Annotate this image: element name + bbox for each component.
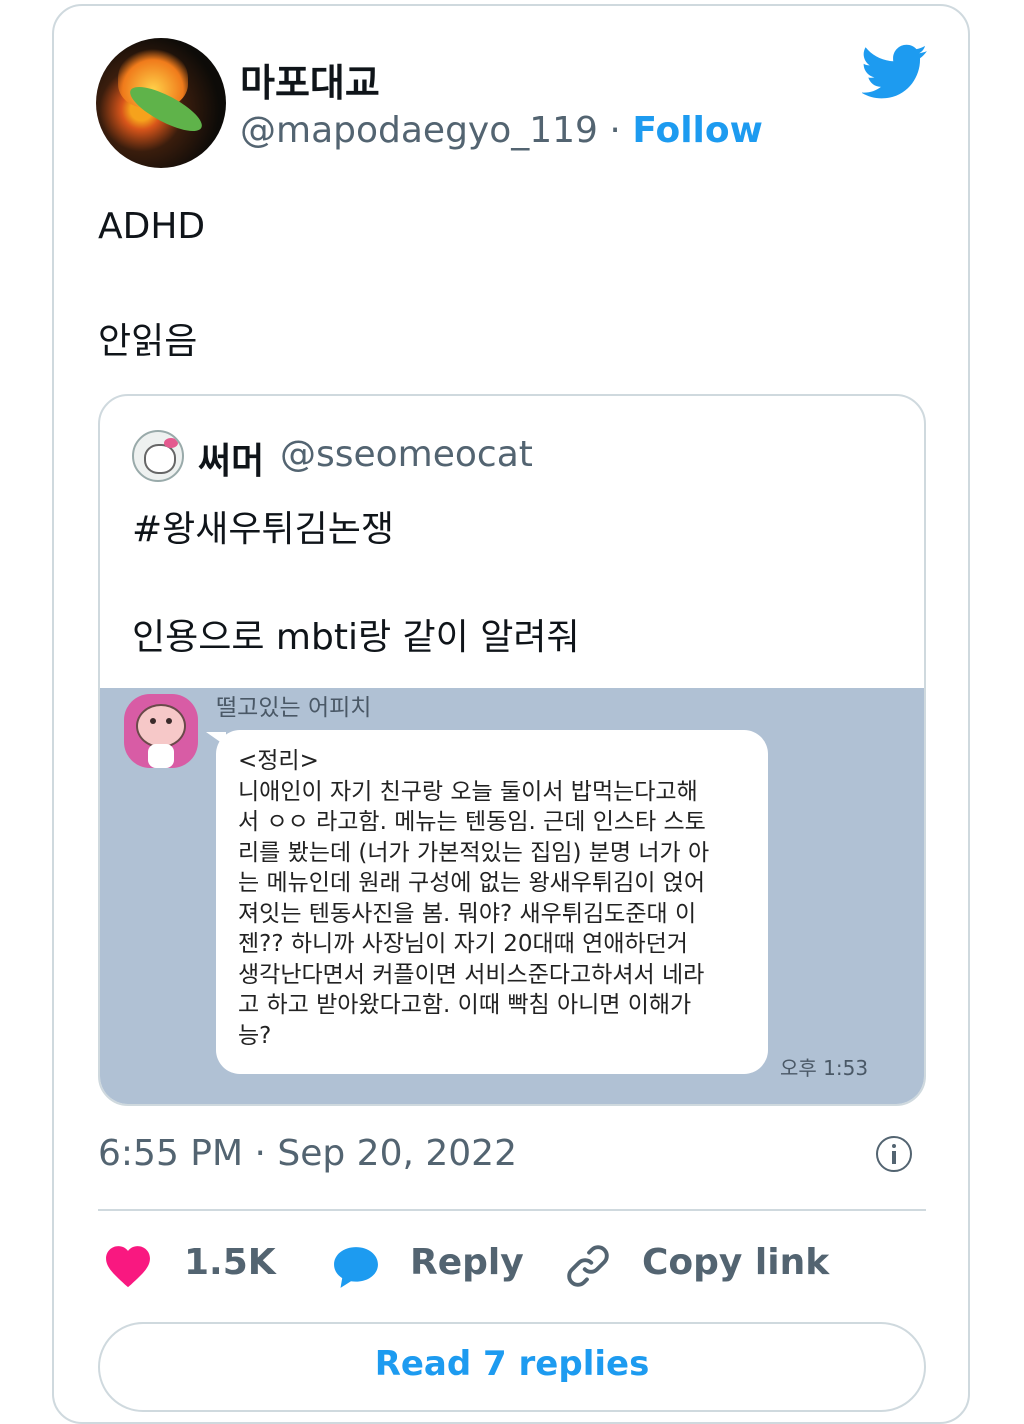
author-avatar[interactable] [96,38,226,168]
apeach-body [148,744,174,768]
divider [98,1209,926,1211]
apeach-face [136,704,186,748]
twitter-bird-icon[interactable] [862,44,928,100]
quoted-text-line: #왕새우튀김논쟁 [132,509,395,550]
quoted-avatar [132,430,184,482]
chat-time: 오후 1:53 [780,1056,869,1080]
tweet-text-line: 안읽음 [98,321,198,362]
apeach-avatar [124,694,198,768]
tweet-timestamp[interactable]: 6:55 PM · Sep 20, 2022 [98,1133,517,1174]
quoted-tweet[interactable]: 써머 @sseomeocat #왕새우튀김논쟁 인용으로 mbti랑 같이 알려… [98,394,926,1106]
reply-button[interactable]: Reply [410,1242,524,1283]
link-icon[interactable] [562,1240,614,1292]
author-handle[interactable]: @mapodaegyo_119 [240,110,598,151]
chat-bubble: <정리> 니애인이 자기 친구랑 오늘 둘이서 밥먹는다고해 서 ㅇㅇ 라고함.… [216,730,768,1074]
quoted-display-name: 써머 [198,441,265,482]
chat-screenshot: 떨고있는 어피치 <정리> 니애인이 자기 친구랑 오늘 둘이서 밥먹는다고해 … [100,688,924,1104]
tweet-text-line: ADHD [98,206,206,247]
quoted-text-line: 인용으로 mbti랑 같이 알려줘 [132,617,580,658]
separator: · [609,110,621,151]
follow-button[interactable]: Follow [632,110,763,151]
bow-graphic [164,438,178,448]
like-count[interactable]: 1.5K [184,1242,276,1283]
read-replies-button[interactable]: Read 7 replies [98,1322,926,1412]
chat-sender-name: 떨고있는 어피치 [216,695,372,721]
quoted-handle: @sseomeocat [280,434,533,475]
cat-graphic [144,444,176,474]
chat-message: <정리> 니애인이 자기 친구랑 오늘 둘이서 밥먹는다고해 서 ㅇㅇ 라고함.… [238,748,710,1049]
author-display-name[interactable]: 마포대교 [240,52,380,107]
reply-bubble-icon[interactable] [330,1244,382,1290]
author-handle-row: @mapodaegyo_119 · Follow [240,110,763,151]
copy-link-button[interactable]: Copy link [642,1242,829,1283]
heart-icon[interactable] [102,1242,154,1288]
info-icon[interactable] [876,1136,912,1172]
